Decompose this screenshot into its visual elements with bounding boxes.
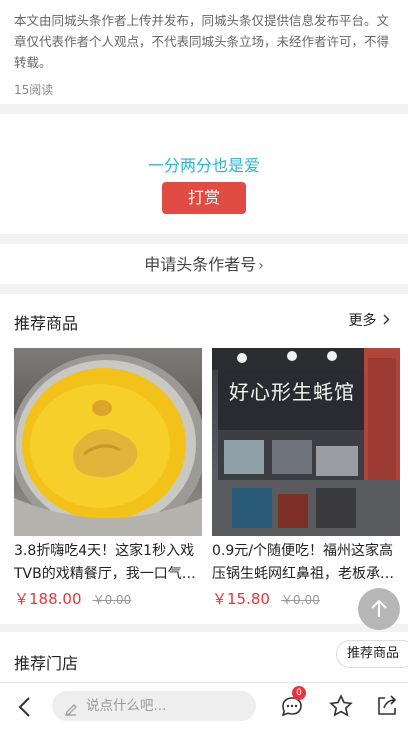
- pen-icon: [64, 698, 78, 728]
- disclaimer-section: 本文由同城头条作者上传并发布，同城头条仅提供信息发布平台。文章仅代表作者个人观点…: [0, 0, 408, 104]
- product-price: ￥188.00: [14, 590, 82, 608]
- product-title: 3.8折嗨吃4天！这家1秒入戏TVB的戏精餐厅，我一口气…: [14, 543, 196, 582]
- comment-count-badge: 0: [292, 686, 306, 700]
- product-old-price: ￥0.00: [281, 593, 320, 607]
- product-title: 0.9元/个随便吃！福州这家高压锅生蚝网红鼻祖，老板承…: [212, 543, 394, 582]
- section-title: 推荐商品: [14, 314, 79, 333]
- reward-section: 一分两分也是爱 打赏: [0, 114, 408, 234]
- product-price: ￥15.80: [212, 590, 270, 608]
- arrow-up-icon: [371, 599, 387, 617]
- product-card[interactable]: 好心形生蚝馆 0.9元/个随便吃！福州这家高压锅生蚝网红鼻祖，老板承… ￥15.…: [212, 348, 400, 610]
- read-count: 15阅读: [14, 83, 54, 97]
- reward-button[interactable]: 打赏: [162, 182, 246, 214]
- apply-author-link[interactable]: 申请头条作者号 ›: [0, 244, 408, 284]
- recommend-products-pill[interactable]: 推荐商品: [336, 640, 408, 668]
- shop-sign-text: 好心形生蚝馆: [229, 380, 355, 404]
- comment-placeholder: 说点什么吧...: [86, 698, 167, 714]
- recommended-products-section: 推荐商品 更多 3.8折嗨吃4天！这家1秒入戏TVB的戏精餐厅，我一口气… ￥1…: [0, 294, 408, 624]
- chevron-right-icon: ›: [258, 258, 264, 274]
- scroll-to-top-button[interactable]: [358, 588, 400, 630]
- disclaimer-text: 本文由同城头条作者上传并发布，同城头条仅提供信息发布平台。文章仅代表作者个人观点…: [14, 13, 390, 70]
- more-label: 更多: [348, 313, 377, 329]
- product-image-oyster-shop: 好心形生蚝馆: [212, 348, 400, 536]
- product-prices: ￥188.00 ￥0.00: [14, 588, 202, 610]
- share-icon[interactable]: [374, 693, 400, 719]
- product-image-soup: [14, 348, 202, 536]
- more-link[interactable]: 更多: [349, 310, 390, 330]
- back-icon[interactable]: [16, 695, 36, 719]
- product-old-price: ￥0.00: [92, 593, 132, 607]
- section-title: 推荐门店: [14, 654, 79, 673]
- star-icon[interactable]: [328, 693, 354, 719]
- apply-author-label: 申请头条作者号: [144, 255, 257, 274]
- chevron-right-icon: [383, 313, 390, 329]
- product-card[interactable]: 3.8折嗨吃4天！这家1秒入戏TVB的戏精餐厅，我一口气… ￥188.00 ￥0…: [14, 348, 202, 610]
- bottom-toolbar: 说点什么吧... 0: [0, 682, 408, 730]
- reward-slogan: 一分两分也是爱: [147, 156, 260, 175]
- comment-input[interactable]: 说点什么吧...: [52, 691, 256, 721]
